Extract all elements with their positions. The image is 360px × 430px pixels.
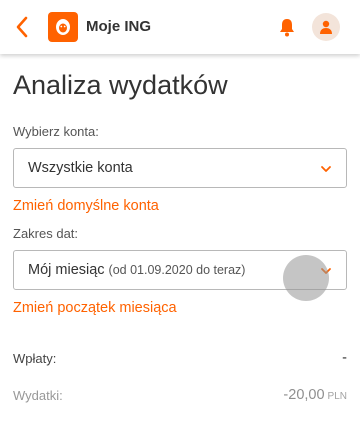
date-range-select[interactable]: Mój miesiąc (od 01.09.2020 do teraz)	[13, 250, 347, 290]
date-range-selected-value: Mój miesiąc	[28, 262, 105, 278]
expenses-label: Wydatki:	[13, 387, 63, 403]
user-icon	[320, 20, 332, 34]
expenses-currency: PLN	[327, 391, 347, 402]
change-month-start-link[interactable]: Zmień początek miesiąca	[13, 300, 177, 316]
bell-icon	[280, 19, 294, 37]
chevron-down-icon	[321, 268, 331, 274]
expenses-amount: -20,00 PLN	[283, 386, 347, 404]
accounts-select[interactable]: Wszystkie konta	[13, 148, 347, 188]
back-button[interactable]	[10, 14, 34, 40]
user-profile-button[interactable]	[312, 13, 340, 41]
page-title: Analiza wydatków	[13, 70, 228, 100]
income-row: Wpłaty: -	[13, 348, 347, 368]
ing-lion-logo	[48, 12, 78, 42]
accounts-label: Wybierz konta:	[13, 124, 99, 139]
income-label: Wpłaty:	[13, 350, 57, 366]
date-range-hint: (od 01.09.2020 do teraz)	[108, 263, 246, 277]
change-default-accounts-link[interactable]: Zmień domyślne konta	[13, 198, 159, 214]
date-range-label: Zakres dat:	[13, 226, 79, 241]
back-arrow-icon	[16, 16, 28, 38]
app-title: Moje ING	[86, 18, 152, 35]
chevron-down-icon	[321, 166, 331, 172]
expenses-value: -20,00	[283, 387, 325, 403]
income-value: -	[342, 350, 347, 366]
accounts-selected-value: Wszystkie konta	[28, 160, 133, 176]
app-header: Moje ING	[0, 0, 360, 54]
expenses-row: Wydatki: -20,00 PLN	[13, 385, 347, 405]
notifications-button[interactable]	[277, 16, 297, 38]
